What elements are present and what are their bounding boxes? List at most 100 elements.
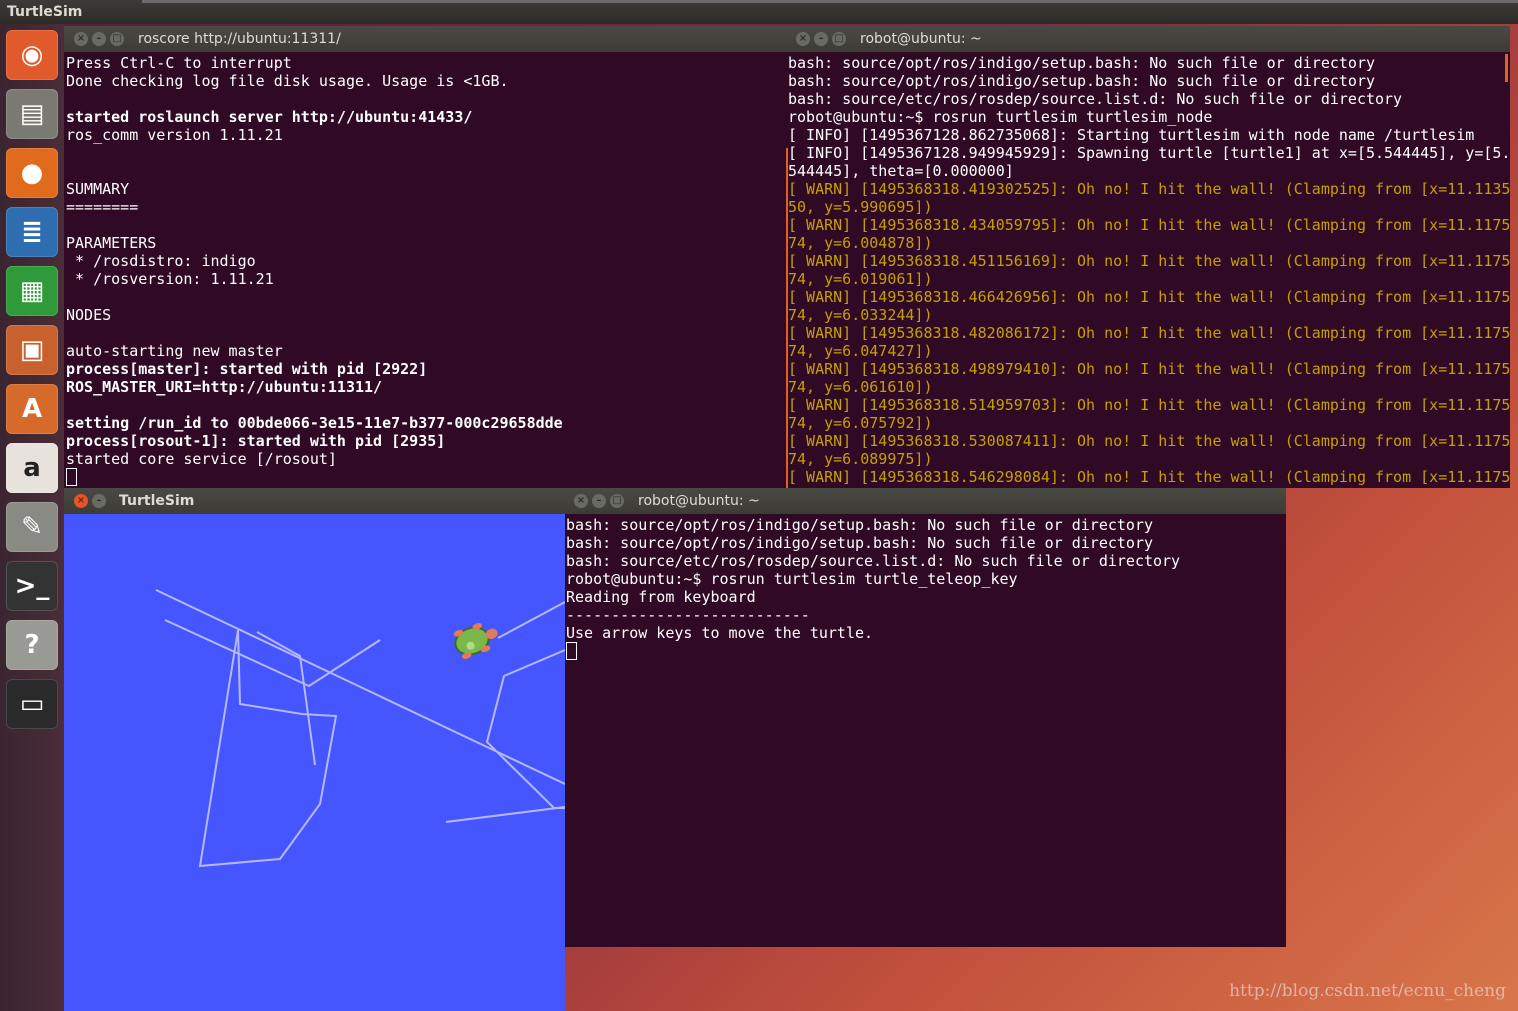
terminal-line: 50, y=5.990695]) bbox=[788, 198, 933, 216]
writer-glyph: ≣ bbox=[21, 217, 43, 247]
panel-highlight bbox=[142, 0, 1518, 3]
terminal-line: NODES bbox=[66, 306, 112, 324]
impress-icon[interactable]: ▣ bbox=[6, 325, 58, 375]
terminal-line: bash: source/opt/ros/indigo/setup.bash: … bbox=[566, 534, 1153, 552]
help-icon[interactable]: ? bbox=[6, 620, 58, 670]
terminal-line: started core service [/rosout] bbox=[66, 450, 337, 468]
terminal-line: bash: source/opt/ros/indigo/setup.bash: … bbox=[566, 516, 1153, 534]
close-icon[interactable]: × bbox=[74, 494, 88, 508]
minimize-icon[interactable]: – bbox=[92, 494, 106, 508]
active-app-title: TurtleSim bbox=[7, 4, 83, 20]
terminal-line: robot@ubuntu:~$ rosrun turtlesim turtles… bbox=[788, 108, 1213, 126]
terminal-line: setting /run_id to 00bde066-3e15-11e7-b3… bbox=[66, 414, 563, 432]
ubuntu-dash-glyph: ◉ bbox=[20, 40, 44, 70]
calc-icon[interactable]: ▦ bbox=[6, 266, 58, 316]
terminal-line: bash: source/etc/ros/rosdep/source.list.… bbox=[566, 552, 1181, 570]
terminal-icon[interactable]: >_ bbox=[6, 561, 58, 611]
writer-icon[interactable]: ≣ bbox=[6, 207, 58, 257]
turtlesim-titlebar[interactable]: × – TurtleSim bbox=[64, 488, 565, 514]
settings-glyph: ✎ bbox=[21, 512, 43, 542]
calc-glyph: ▦ bbox=[19, 276, 45, 306]
teleop-terminal-output[interactable]: bash: source/opt/ros/indigo/setup.bash: … bbox=[566, 516, 1282, 947]
terminal-line: * /rosdistro: indigo bbox=[66, 252, 256, 270]
save-icon[interactable]: ▭ bbox=[6, 679, 58, 729]
terminal-line: Reading from keyboard bbox=[566, 588, 756, 606]
terminal-line: 74, y=6.047427]) bbox=[788, 342, 933, 360]
turtlesim-canvas bbox=[64, 514, 565, 1011]
terminal-line: [ WARN] [1495368318.498979410]: Oh no! I… bbox=[788, 360, 1510, 378]
roscore-window-title: roscore http://ubuntu:11311/ bbox=[138, 31, 341, 47]
close-icon[interactable]: × bbox=[74, 32, 88, 46]
terminal-line: Use arrow keys to move the turtle. bbox=[566, 624, 874, 642]
terminal-line: Press Ctrl-C to interrupt bbox=[66, 54, 292, 72]
terminal-line: [ INFO] [1495367128.949945929]: Spawning… bbox=[788, 144, 1510, 162]
terminal-line: Done checking log file disk usage. Usage… bbox=[66, 72, 509, 90]
terminal-line: [ WARN] [1495368318.451156169]: Oh no! I… bbox=[788, 252, 1510, 270]
node-terminal-title: robot@ubuntu: ~ bbox=[860, 31, 982, 47]
help-glyph: ? bbox=[24, 630, 40, 660]
terminal-line: ros_comm version 1.11.21 bbox=[66, 126, 283, 144]
firefox-glyph: ● bbox=[20, 158, 44, 188]
terminal-cursor bbox=[66, 468, 77, 486]
terminal-line: [ WARN] [1495368318.530087411]: Oh no! I… bbox=[788, 432, 1510, 450]
software-center-glyph: A bbox=[21, 394, 43, 424]
terminal-cursor bbox=[566, 642, 577, 660]
files-glyph: ▤ bbox=[19, 99, 45, 129]
turtlesim-window[interactable]: × – TurtleSim bbox=[64, 488, 565, 1011]
teleop-terminal-window[interactable]: × – □ robot@ubuntu: ~ bash: source/opt/r… bbox=[564, 488, 1286, 947]
terminal-line: process[master]: started with pid [2922] bbox=[66, 360, 428, 378]
save-glyph: ▭ bbox=[19, 689, 45, 719]
terminal-glyph: >_ bbox=[14, 571, 50, 601]
settings-icon[interactable]: ✎ bbox=[6, 502, 58, 552]
roscore-titlebar[interactable]: × – □ roscore http://ubuntu:11311/ bbox=[64, 26, 788, 52]
minimize-icon[interactable]: – bbox=[592, 494, 606, 508]
top-panel: TurtleSim bbox=[0, 0, 1518, 24]
amazon-icon[interactable]: a bbox=[6, 443, 58, 493]
node-terminal-output[interactable]: bash: source/opt/ros/indigo/setup.bash: … bbox=[788, 54, 1510, 488]
maximize-icon[interactable]: □ bbox=[110, 32, 124, 46]
maximize-icon[interactable]: □ bbox=[610, 494, 624, 508]
terminal-line: 74, y=6.061610]) bbox=[788, 378, 933, 396]
teleop-terminal-title: robot@ubuntu: ~ bbox=[638, 493, 760, 509]
firefox-icon[interactable]: ● bbox=[6, 148, 58, 198]
node-terminal-scroll-marker bbox=[786, 148, 788, 488]
terminal-line: 74, y=6.033244]) bbox=[788, 306, 933, 324]
minimize-icon[interactable]: – bbox=[814, 32, 828, 46]
close-icon[interactable]: × bbox=[796, 32, 810, 46]
terminal-line: [ INFO] [1495367128.862735068]: Starting… bbox=[788, 126, 1475, 144]
roscore-terminal-window[interactable]: × – □ roscore http://ubuntu:11311/ Press… bbox=[64, 26, 788, 488]
terminal-line: robot@ubuntu:~$ rosrun turtlesim turtle_… bbox=[566, 570, 1018, 588]
files-icon[interactable]: ▤ bbox=[6, 89, 58, 139]
roscore-terminal-output[interactable]: Press Ctrl-C to interrupt Done checking l… bbox=[66, 54, 784, 488]
watermark: http://blog.csdn.net/ecnu_cheng bbox=[1229, 981, 1506, 1001]
maximize-icon[interactable]: □ bbox=[832, 32, 846, 46]
terminal-line: auto-starting new master bbox=[66, 342, 283, 360]
turtlesim-node-terminal-window[interactable]: × – □ robot@ubuntu: ~ bash: source/opt/r… bbox=[786, 26, 1510, 488]
node-terminal-titlebar[interactable]: × – □ robot@ubuntu: ~ bbox=[786, 26, 1510, 52]
launcher: ◉ ▤ ● ≣ ▦ ▣ Aa ✎ >_? ▭ bbox=[0, 24, 64, 1011]
terminal-line: PARAMETERS bbox=[66, 234, 157, 252]
terminal-line: ======== bbox=[66, 198, 139, 216]
amazon-glyph: a bbox=[23, 453, 41, 483]
ubuntu-dash-icon[interactable]: ◉ bbox=[6, 30, 58, 80]
terminal-line: [ WARN] [1495368318.434059795]: Oh no! I… bbox=[788, 216, 1510, 234]
terminal-line: [ WARN] [1495368318.419302525]: Oh no! I… bbox=[788, 180, 1510, 198]
terminal-line: 74, y=6.075792]) bbox=[788, 414, 933, 432]
terminal-line: SUMMARY bbox=[66, 180, 130, 198]
node-terminal-scrollbar[interactable] bbox=[1505, 54, 1508, 82]
impress-glyph: ▣ bbox=[19, 335, 45, 365]
terminal-line: 544445], theta=[0.000000] bbox=[788, 162, 1014, 180]
software-center-icon[interactable]: A bbox=[6, 384, 58, 434]
terminal-line: bash: source/opt/ros/indigo/setup.bash: … bbox=[788, 54, 1375, 72]
terminal-line: 74, y=6.019061]) bbox=[788, 270, 933, 288]
close-icon[interactable]: × bbox=[574, 494, 588, 508]
teleop-terminal-titlebar[interactable]: × – □ robot@ubuntu: ~ bbox=[564, 488, 1286, 514]
minimize-icon[interactable]: – bbox=[92, 32, 106, 46]
